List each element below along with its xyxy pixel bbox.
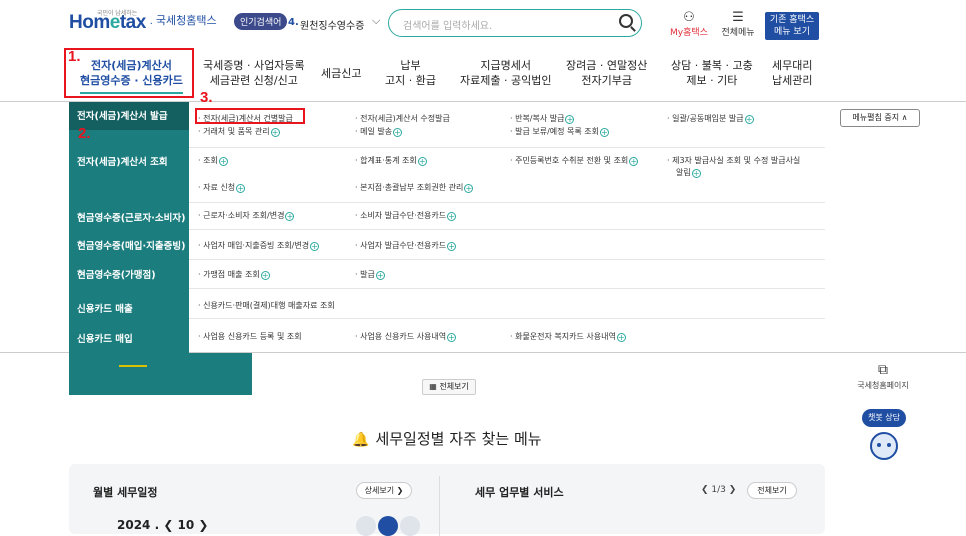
menu-item-cargo-card-usage[interactable]: · 화물운전자 복지카드 사용내역 + bbox=[510, 331, 626, 342]
service-pager[interactable]: ❮ 1/3 ❯ bbox=[701, 485, 736, 495]
bell-icon: 🔔 bbox=[352, 432, 370, 448]
menu-item-hold-list[interactable]: · 발급 보류/예정 목록 조회 + bbox=[510, 126, 610, 137]
gnb-tab-consultation[interactable]: 상담 · 불복 · 고충 제보 · 기타 bbox=[671, 58, 753, 88]
plus-icon: + bbox=[744, 115, 754, 124]
annotation-box-3 bbox=[195, 108, 305, 124]
gnb-tab-incentives[interactable]: 장려금 · 연말정산 전자기부금 bbox=[566, 58, 647, 88]
hamburger-icon: ☰ bbox=[732, 10, 744, 25]
plus-icon: + bbox=[629, 157, 639, 166]
annotation-box-1 bbox=[64, 48, 194, 98]
category-card-sales[interactable]: 신용카드 매출 bbox=[77, 301, 133, 315]
menu-item-merchant-issue[interactable]: · 발급 + bbox=[355, 269, 385, 280]
user-icon: ⚇ bbox=[683, 10, 695, 25]
hometax-logo[interactable]: 국민이 납세하는 Hometax. 국세청홈택스 bbox=[69, 11, 217, 34]
logo-subtitle: . 국세청홈택스 bbox=[149, 15, 217, 27]
chevron-down-icon[interactable]: ⌵ bbox=[372, 14, 380, 28]
category-etax-lookup[interactable]: 전자(세금)계산서 조회 bbox=[77, 154, 168, 168]
logo-tagline: 국민이 납세하는 bbox=[97, 11, 138, 17]
plus-icon: + bbox=[600, 128, 610, 137]
all-view-button[interactable]: ▦ 전체보기 bbox=[422, 379, 476, 395]
popular-search-badge: 인기검색어 bbox=[234, 13, 288, 30]
menu-item-resident-conversion[interactable]: · 주민등록번호 수취분 전환 및 조회 + bbox=[510, 155, 639, 166]
menu-item-bulk-issue[interactable]: · 일괄/공동매입분 발급 + bbox=[667, 113, 754, 124]
category-receipt-consumer[interactable]: 현금영수증(근로자·소비자) bbox=[77, 210, 185, 224]
header: 국민이 납세하는 Hometax. 국세청홈택스 인기검색어 4. 원천징수영수… bbox=[0, 0, 966, 44]
menu-item-mail-send[interactable]: · 메일 발송 + bbox=[355, 126, 403, 137]
all-menu-button[interactable]: ☰ 전체메뉴 bbox=[716, 10, 760, 38]
menu-item-business-card[interactable]: · 사업자 발급수단·전용카드 + bbox=[355, 240, 457, 251]
calendar-nav-circle[interactable] bbox=[400, 516, 420, 536]
chatbot-button[interactable]: 챗봇 상담 bbox=[862, 409, 906, 427]
menu-item-consumer-lookup[interactable]: · 근로자·소비자 조회/변경 + bbox=[198, 210, 295, 221]
menu-pin-toggle-button[interactable]: 메뉴펼침 중지 ∧ bbox=[840, 109, 920, 127]
plus-icon: + bbox=[447, 333, 457, 342]
calendar-nav-circle-active[interactable] bbox=[378, 516, 398, 536]
menu-item-amended-issue[interactable]: · 전자(세금)계산서 수정발급 bbox=[355, 113, 450, 124]
teal-banner-remnant bbox=[69, 353, 252, 395]
annotation-label-2: 2. bbox=[78, 125, 91, 142]
popular-search-rank: 4. bbox=[288, 17, 299, 28]
plus-icon: + bbox=[285, 212, 295, 221]
menu-item-data-request[interactable]: · 자료 신청 + bbox=[198, 182, 246, 193]
section-title: 🔔 세무일정별 자주 찾는 메뉴 bbox=[352, 430, 542, 448]
annotation-label-3: 3. bbox=[200, 89, 213, 106]
menu-item-repeat-issue[interactable]: · 반복/복사 발급 + bbox=[510, 113, 575, 124]
plus-icon: + bbox=[447, 242, 457, 251]
gnb-tab-payment[interactable]: 납부 고지 · 환급 bbox=[385, 58, 436, 88]
menu-item-consumer-card[interactable]: · 소비자 발급수단·전용카드 + bbox=[355, 210, 457, 221]
mega-menu-dropdown: 전자(세금)계산서 발급 전자(세금)계산서 조회 현금영수증(근로자·소비자)… bbox=[0, 101, 966, 354]
plus-icon: + bbox=[260, 271, 270, 280]
menu-item-card-sales-lookup[interactable]: · 신용카드·판매(결제)대행 매출자료 조회 bbox=[198, 300, 335, 311]
chatbot-mascot-icon[interactable] bbox=[870, 432, 898, 460]
detail-view-button[interactable]: 상세보기 ❯ bbox=[356, 482, 412, 499]
popular-search-keyword[interactable]: 원천징수영수증 bbox=[300, 17, 364, 32]
search-icon[interactable] bbox=[619, 14, 633, 28]
gnb-tab-certificates[interactable]: 국세증명 · 사업자등록 세금관련 신청/신고 bbox=[203, 58, 305, 88]
my-hometax-button[interactable]: ⚇ My홈택스 bbox=[668, 10, 710, 38]
plus-icon: + bbox=[616, 333, 626, 342]
menu-item-merchant-sales[interactable]: · 가맹점 매출 조회 + bbox=[198, 269, 270, 280]
plus-icon: + bbox=[565, 115, 575, 124]
gnb-tab-tax-filing[interactable]: 세금신고 bbox=[321, 66, 361, 81]
category-card-purchase[interactable]: 신용카드 매입 bbox=[77, 331, 133, 345]
menu-item-client-management[interactable]: · 거래처 및 품목 관리 + bbox=[198, 126, 280, 137]
plus-icon: + bbox=[236, 184, 246, 193]
menu-item-third-party-notice[interactable]: 알림 + bbox=[676, 167, 701, 178]
menu-item-business-expense[interactable]: · 사업자 매입·지출증빙 조회/변경 + bbox=[198, 240, 320, 251]
category-receipt-merchant[interactable]: 현금영수증(가맹점) bbox=[77, 267, 156, 281]
menu-item-lookup[interactable]: · 조회 + bbox=[198, 155, 228, 166]
service-all-view-button[interactable]: 전체보기 bbox=[747, 482, 797, 499]
gnb-tab-statements[interactable]: 지급명세서 자료제출 · 공익법인 bbox=[460, 58, 551, 88]
plus-icon: + bbox=[310, 242, 320, 251]
old-hometax-menu-button[interactable]: 기존 홈택스 메뉴 보기 bbox=[765, 12, 819, 40]
menu-item-business-card-register[interactable]: · 사업용 신용카드 등록 및 조회 bbox=[198, 331, 302, 342]
plus-icon: + bbox=[375, 271, 385, 280]
year-month-selector[interactable]: 2024 . ❮ 10 ❯ bbox=[117, 518, 208, 532]
gnb-tab-tax-agent[interactable]: 세무대리 납세관리 bbox=[772, 58, 812, 88]
plus-icon: + bbox=[270, 128, 280, 137]
plus-icon: + bbox=[417, 157, 427, 166]
nts-homepage-link[interactable]: ⧉ 국세청홈페이지 bbox=[846, 362, 920, 391]
menu-item-business-card-usage[interactable]: · 사업용 신용카드 사용내역 + bbox=[355, 331, 457, 342]
menu-item-branch-permission[interactable]: · 본지점·총괄납부 조회권한 관리 + bbox=[355, 182, 474, 193]
plus-icon: + bbox=[464, 184, 474, 193]
external-link-icon: ⧉ bbox=[878, 362, 888, 378]
menu-item-third-party[interactable]: · 제3자 발급사실 조회 및 수정 발급사실 bbox=[667, 155, 800, 166]
menu-item-summary-stats[interactable]: · 합계표·통계 조회 + bbox=[355, 155, 427, 166]
service-title: 세무 업무별 서비스 bbox=[475, 486, 564, 499]
plus-icon: + bbox=[393, 128, 403, 137]
monthly-schedule-title: 월별 세무일정 bbox=[93, 486, 158, 499]
annotation-label-1: 1. bbox=[68, 48, 81, 65]
plus-icon: + bbox=[691, 169, 701, 178]
calendar-nav-circle[interactable] bbox=[356, 516, 376, 536]
search-input[interactable]: 검색어를 입력하세요. bbox=[388, 9, 642, 37]
category-receipt-expense[interactable]: 현금영수증(매입·지출증빙) bbox=[77, 238, 185, 252]
plus-icon: + bbox=[218, 157, 228, 166]
plus-icon: + bbox=[447, 212, 457, 221]
